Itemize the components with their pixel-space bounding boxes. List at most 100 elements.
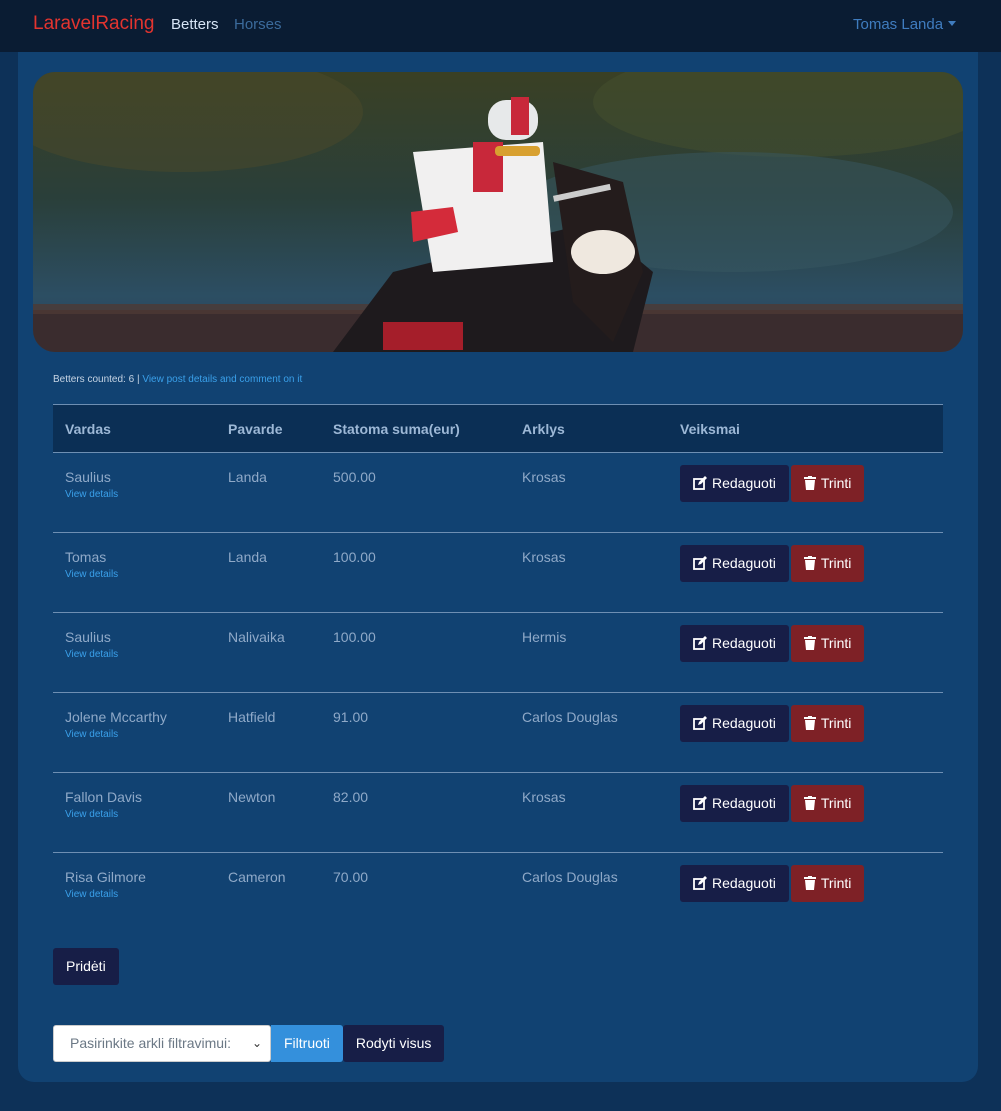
- nav-link-betters[interactable]: Betters: [171, 16, 219, 33]
- hero-image: [33, 72, 963, 352]
- table-row: Tomas View details Landa 100.00 Krosas Re…: [53, 532, 943, 613]
- cell-surname: Nalivaika: [216, 612, 321, 693]
- edit-label: Redaguoti: [712, 715, 776, 731]
- post-details-link[interactable]: View post details and comment on it: [142, 374, 302, 385]
- edit-icon: [693, 556, 707, 570]
- trash-icon: [803, 796, 816, 810]
- delete-label: Trinti: [820, 635, 852, 651]
- edit-label: Redaguoti: [712, 555, 776, 571]
- cell-name: Tomas View details: [53, 532, 216, 613]
- edit-button[interactable]: Redaguoti: [680, 545, 789, 582]
- edit-label: Redaguoti: [712, 475, 776, 491]
- cell-actions: Redaguoti Trinti: [668, 532, 943, 613]
- cell-amount: 70.00: [333, 869, 369, 885]
- user-menu[interactable]: Tomas Landa: [853, 16, 957, 33]
- horse-filter-placeholder: Pasirinkite arkli filtravimui:: [70, 1035, 232, 1051]
- edit-icon: [693, 796, 707, 810]
- view-details-link[interactable]: View details: [65, 729, 216, 740]
- edit-icon: [693, 876, 707, 890]
- counter-text: Betters counted: 6 |: [53, 374, 143, 385]
- table-row: Saulius View details Nalivaika 100.00 Her…: [53, 612, 943, 693]
- delete-button[interactable]: Trinti: [790, 545, 865, 582]
- edit-button[interactable]: Redaguoti: [680, 865, 789, 902]
- cell-actions: Redaguoti Trinti: [668, 692, 943, 773]
- cell-amount: 91.00: [321, 692, 510, 773]
- table-row: Risa Gilmore View details Cameron 70.00 C…: [53, 853, 943, 933]
- better-name: Fallon Davis: [65, 789, 143, 805]
- jockey-horse-image: [33, 72, 963, 352]
- edit-button[interactable]: Redaguoti: [680, 785, 789, 822]
- brand-logo[interactable]: LaravelRacing: [33, 13, 154, 35]
- cell-name: Fallon Davis View details: [53, 772, 216, 853]
- cell-surname: Hatfield: [216, 692, 321, 773]
- delete-label: Trinti: [820, 875, 852, 891]
- edit-label: Redaguoti: [712, 875, 776, 891]
- cell-horse: Carlos Douglas: [510, 692, 668, 773]
- trash-icon: [803, 556, 816, 570]
- delete-label: Trinti: [820, 715, 852, 731]
- betters-table: Vardas Pavarde Statoma suma(eur) Arklys …: [53, 404, 943, 933]
- edit-button[interactable]: Redaguoti: [680, 705, 789, 742]
- view-details-link[interactable]: View details: [65, 569, 216, 580]
- table-header-row: Vardas Pavarde Statoma suma(eur) Arklys …: [53, 404, 943, 453]
- delete-label: Trinti: [820, 475, 852, 491]
- view-details-link[interactable]: View details: [65, 489, 216, 500]
- delete-button[interactable]: Trinti: [790, 785, 865, 822]
- delete-button[interactable]: Trinti: [790, 625, 865, 662]
- chevron-down-icon: ⌄: [251, 1036, 262, 1050]
- better-name: Tomas: [65, 549, 107, 565]
- horse-filter-select[interactable]: Pasirinkite arkli filtravimui: ⌄: [53, 1025, 271, 1062]
- cell-name: Risa Gilmore View details: [53, 853, 216, 933]
- cell-actions: Redaguoti Trinti: [668, 612, 943, 693]
- column-header-veiksmai: Veiksmai: [668, 404, 943, 453]
- edit-button[interactable]: Redaguoti: [680, 465, 789, 502]
- view-details-link[interactable]: View details: [65, 889, 216, 900]
- view-details-link[interactable]: View details: [65, 809, 216, 820]
- edit-label: Redaguoti: [712, 795, 776, 811]
- cell-actions: Redaguoti Trinti: [668, 853, 943, 933]
- table-row: Fallon Davis View details Newton 82.00 Kr…: [53, 772, 943, 853]
- trash-icon: [803, 636, 816, 650]
- cell-horse: Carlos Douglas: [522, 869, 618, 885]
- user-name: Tomas Landa: [853, 16, 944, 33]
- filter-button[interactable]: Filtruoti: [271, 1025, 343, 1062]
- column-header-suma: Statoma suma(eur): [321, 404, 510, 453]
- filter-bar: Pasirinkite arkli filtravimui: ⌄ Filtruo…: [53, 1025, 445, 1062]
- cell-horse: Krosas: [510, 772, 668, 853]
- column-header-arklys: Arklys: [510, 404, 668, 453]
- better-name: Jolene Mccarthy: [65, 709, 167, 725]
- column-header-vardas: Vardas: [53, 404, 216, 453]
- cell-amount: 100.00: [321, 612, 510, 693]
- cell-name: Jolene Mccarthy View details: [53, 692, 216, 773]
- delete-button[interactable]: Trinti: [790, 705, 865, 742]
- table-row: Saulius View details Landa 500.00 Krosas …: [53, 452, 943, 533]
- cell-horse: Krosas: [510, 452, 668, 533]
- delete-label: Trinti: [820, 795, 852, 811]
- main-card: Betters counted: 6 | View post details a…: [18, 52, 978, 1082]
- better-name: Risa Gilmore: [65, 869, 146, 885]
- delete-label: Trinti: [820, 555, 852, 571]
- add-better-button[interactable]: Pridėti: [53, 948, 119, 985]
- cell-surname: Cameron: [228, 869, 286, 885]
- trash-icon: [803, 716, 816, 730]
- edit-icon: [693, 636, 707, 650]
- cell-name: Saulius View details: [53, 452, 216, 533]
- betters-counter: Betters counted: 6 | View post details a…: [53, 374, 302, 385]
- cell-actions: Redaguoti Trinti: [668, 452, 943, 533]
- cell-amount: 82.00: [321, 772, 510, 853]
- cell-actions: Redaguoti Trinti: [668, 772, 943, 853]
- table-row: Jolene Mccarthy View details Hatfield 91.…: [53, 692, 943, 773]
- view-details-link[interactable]: View details: [65, 649, 216, 660]
- navbar: LaravelRacing Betters Horses Tomas Landa: [0, 0, 1001, 52]
- column-header-pavarde: Pavarde: [216, 404, 321, 453]
- delete-button[interactable]: Trinti: [790, 465, 865, 502]
- cell-surname: Landa: [216, 532, 321, 613]
- edit-icon: [693, 476, 707, 490]
- edit-button[interactable]: Redaguoti: [680, 625, 789, 662]
- trash-icon: [803, 476, 816, 490]
- cell-surname: Newton: [216, 772, 321, 853]
- show-all-button[interactable]: Rodyti visus: [342, 1025, 445, 1062]
- delete-button[interactable]: Trinti: [790, 865, 865, 902]
- nav-link-horses[interactable]: Horses: [234, 16, 282, 33]
- cell-name: Saulius View details: [53, 612, 216, 693]
